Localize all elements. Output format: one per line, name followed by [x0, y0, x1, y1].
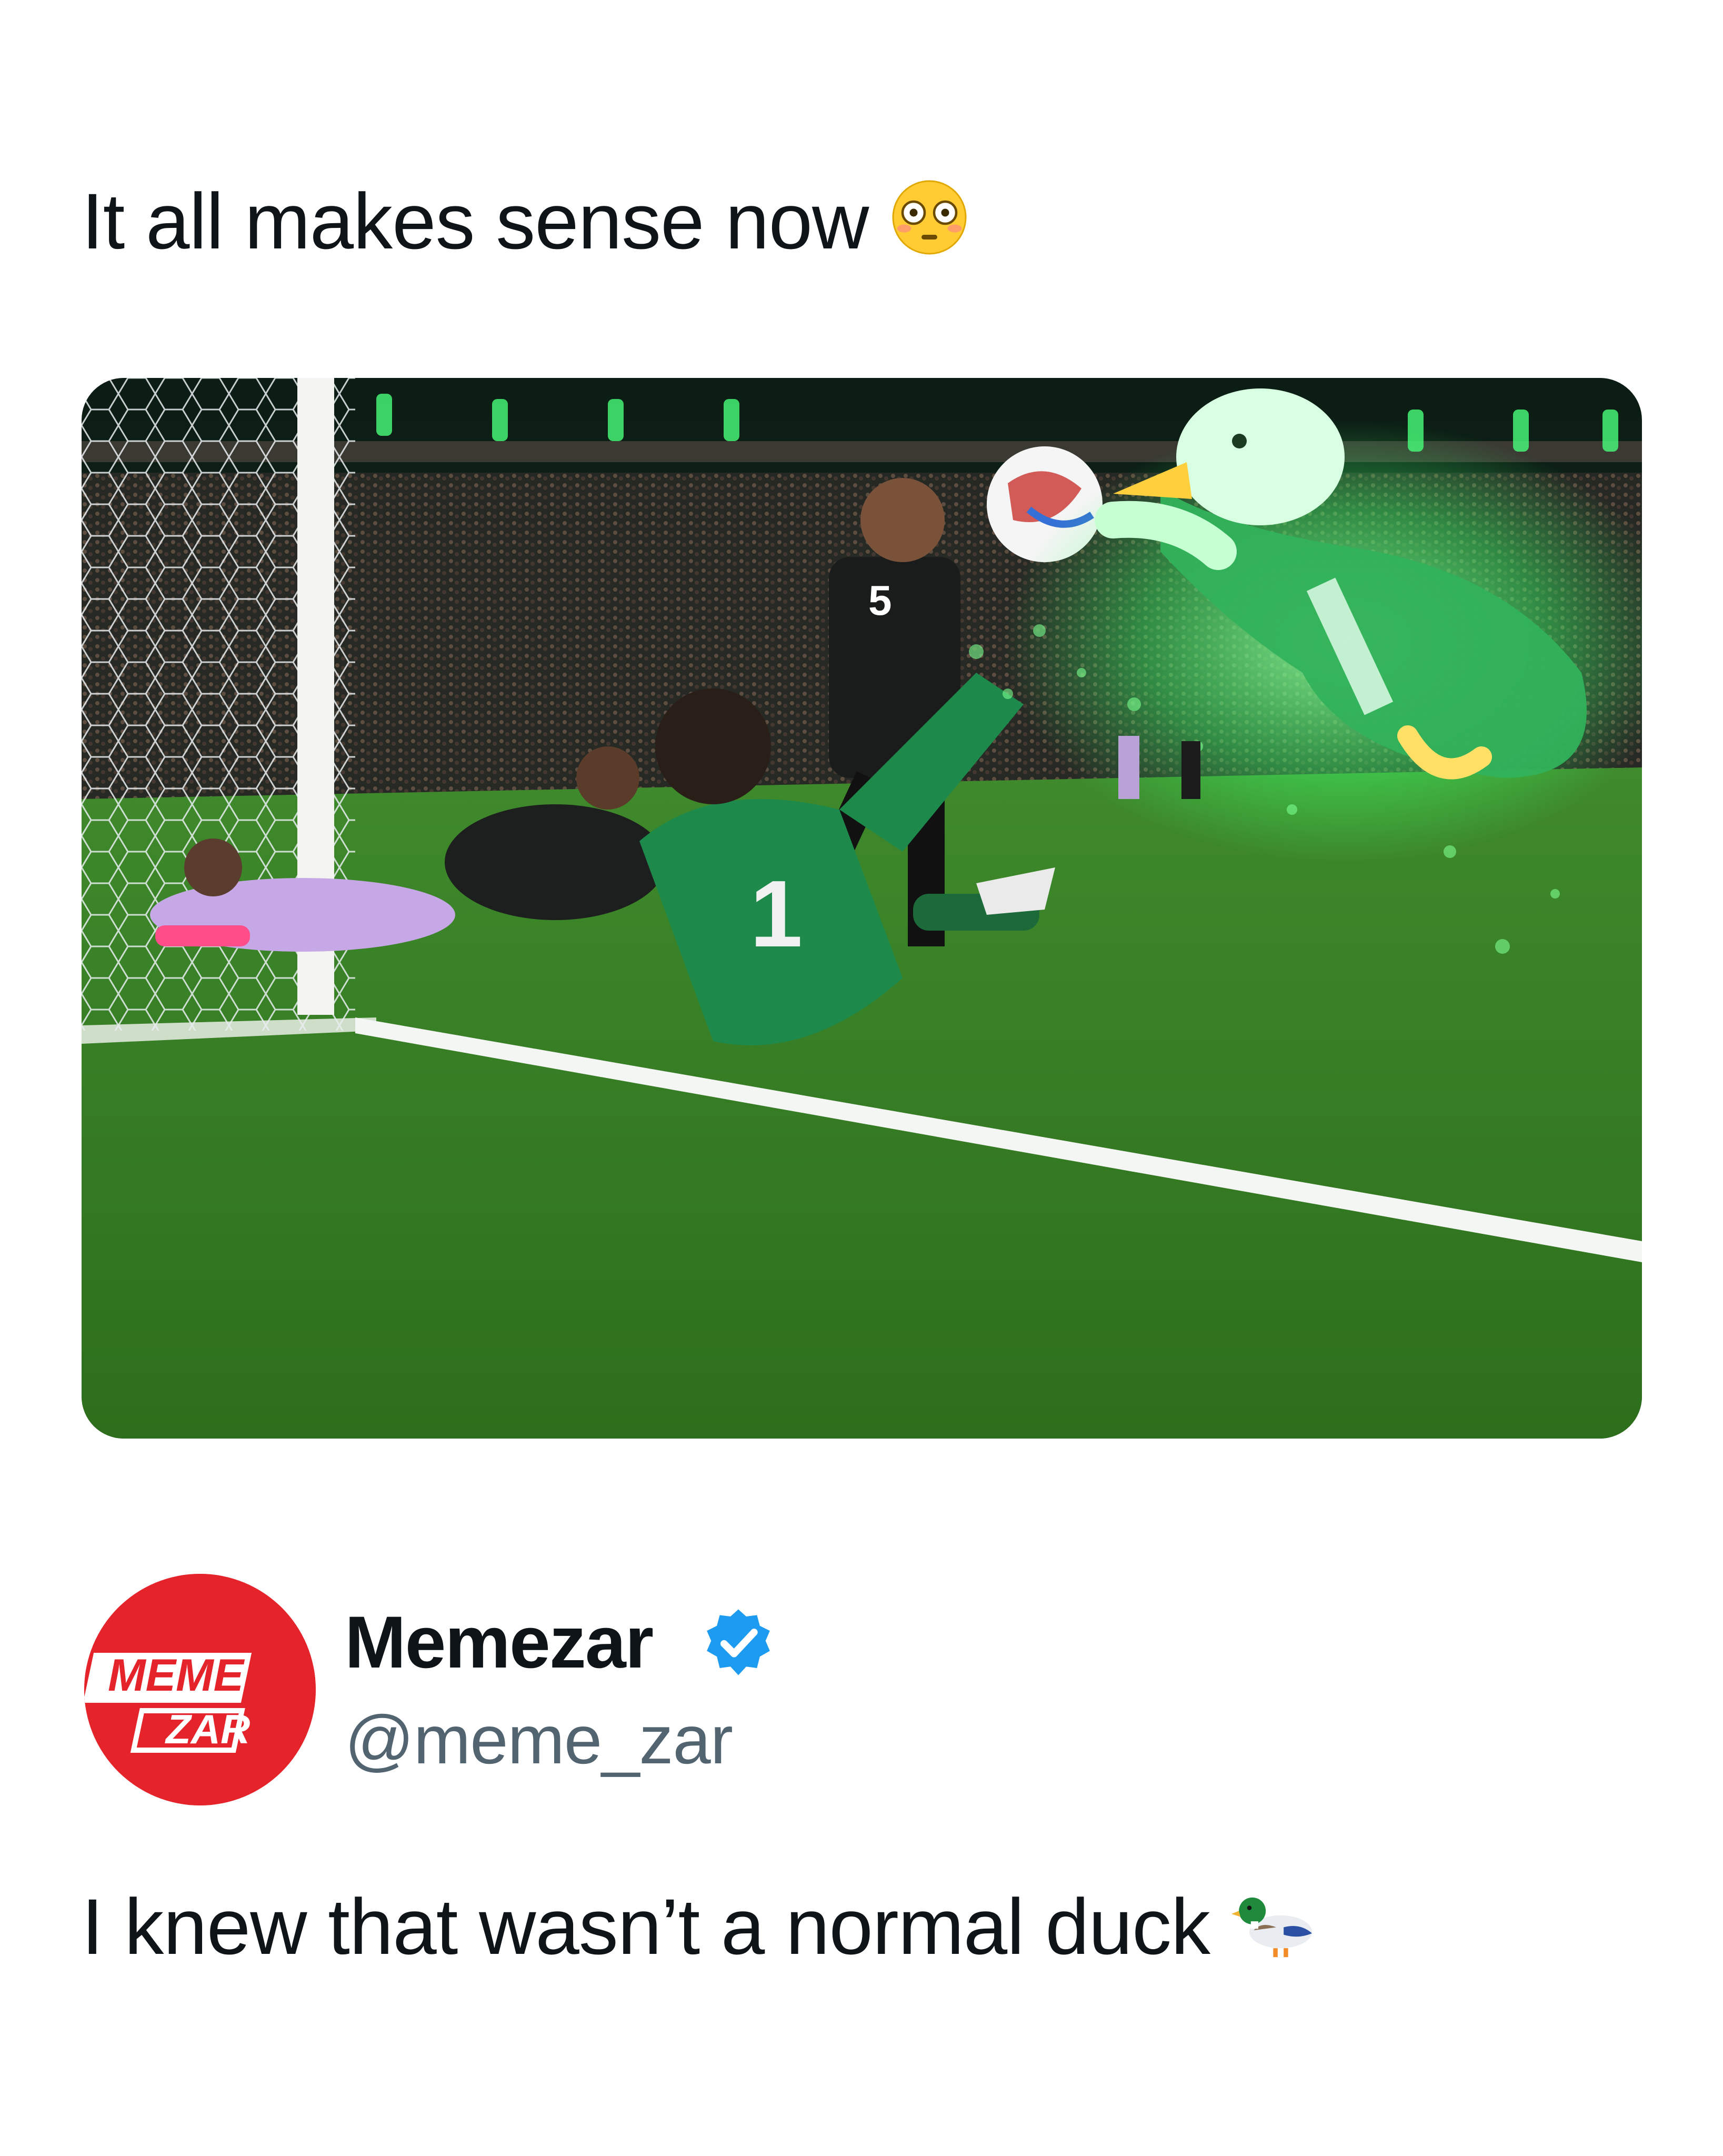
- account-name[interactable]: Memezar: [345, 1600, 654, 1684]
- reply-text-block: I knew that wasn’t a normal duck: [82, 1879, 1321, 1982]
- svg-text:5: 5: [868, 577, 892, 624]
- reply-text: I knew that wasn’t a normal duck: [82, 1882, 1210, 1971]
- caption-text: It all makes sense now: [82, 177, 869, 265]
- avatar-text-line2: ZAR: [165, 1706, 250, 1752]
- avatar[interactable]: MEME ZAR: [84, 1574, 316, 1805]
- account-handle[interactable]: @meme_zar: [345, 1698, 733, 1782]
- post-image[interactable]: 5 1: [82, 378, 1642, 1439]
- post-caption: It all makes sense now: [82, 174, 969, 277]
- verified-badge-icon: [703, 1606, 774, 1678]
- memezar-logo-icon: MEME ZAR: [84, 1574, 316, 1805]
- svg-text:1: 1: [750, 861, 803, 967]
- flushed-face-icon: [890, 178, 969, 277]
- duck-icon: [1231, 1883, 1321, 1982]
- goalkeeper-duck-illustration: 5 1: [82, 378, 1642, 1439]
- avatar-text-line1: MEME: [108, 1650, 245, 1701]
